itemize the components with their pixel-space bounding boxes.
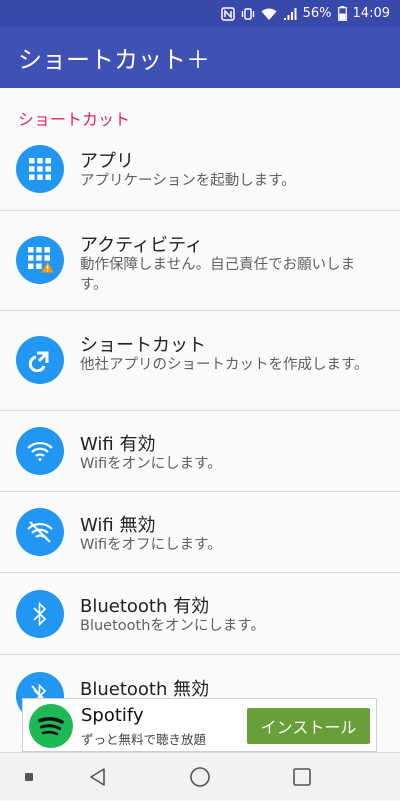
app-bar: ショートカット＋ xyxy=(0,27,400,88)
section-header: ショートカット xyxy=(18,110,131,129)
app-title: ショートカット＋ xyxy=(18,46,210,74)
navigation-bar xyxy=(0,752,400,800)
list-item-wifi-on[interactable]: Wifi 有効 Wifiをオンにします。 xyxy=(0,411,400,492)
vibrate-icon xyxy=(241,7,255,21)
item-title: Bluetooth 有効 xyxy=(80,596,210,617)
ad-app-name: Spotify xyxy=(81,705,144,726)
signal-icon xyxy=(283,7,297,21)
wifi-on-icon xyxy=(16,427,64,475)
home-button[interactable] xyxy=(178,753,222,801)
item-title: アプリ xyxy=(80,151,134,172)
list-item-wifi-off[interactable]: Wifi 無効 Wifiをオフにします。 xyxy=(0,492,400,573)
item-subtitle: Wifiをオンにします。 xyxy=(80,456,222,472)
list-item-app[interactable]: アプリ アプリケーションを起動します。 xyxy=(0,128,400,211)
item-subtitle: 他社アプリのショートカットを作成します。 xyxy=(80,357,369,373)
recents-button[interactable] xyxy=(280,753,324,801)
item-subtitle: アプリケーションを起動します。 xyxy=(80,173,296,189)
app-grid-icon xyxy=(16,145,64,193)
recents-square-icon xyxy=(293,768,311,786)
home-circle-icon xyxy=(190,767,210,787)
item-subtitle: 動作保障しません。自己責任でお願いします。 xyxy=(80,257,356,293)
shortcut-arrow-icon xyxy=(16,336,64,384)
activity-grid-warning-icon xyxy=(16,236,64,284)
bluetooth-on-icon xyxy=(16,590,64,638)
install-button[interactable]: インストール xyxy=(247,708,370,744)
battery-icon xyxy=(337,6,347,21)
clock: 14:09 xyxy=(352,6,390,21)
menu-dot-button[interactable] xyxy=(14,753,44,801)
item-subtitle: Wifiをオフにします。 xyxy=(80,537,222,553)
wifi-icon xyxy=(261,7,277,21)
item-title: アクティビティ xyxy=(80,235,203,256)
status-bar: 56% 14:09 xyxy=(0,0,400,27)
ad-tagline: ずっと無料で聴き放題 xyxy=(81,732,207,747)
nfc-icon xyxy=(220,6,235,21)
ad-banner[interactable]: Spotify ずっと無料で聴き放題 インストール xyxy=(22,698,377,752)
item-title: Wifi 無効 xyxy=(80,515,156,536)
list-item-bluetooth-on[interactable]: Bluetooth 有効 Bluetoothをオンにします。 xyxy=(0,573,400,655)
back-button[interactable] xyxy=(76,753,120,801)
battery-percent: 56% xyxy=(302,6,332,21)
item-title: Wifi 有効 xyxy=(80,434,156,455)
list-item-shortcut[interactable]: ショートカット 他社アプリのショートカットを作成します。 xyxy=(0,311,400,411)
spotify-logo-icon xyxy=(29,704,73,748)
menu-dot-icon xyxy=(25,773,33,781)
wifi-off-icon xyxy=(16,508,64,556)
back-triangle-icon xyxy=(90,768,105,786)
item-subtitle: Bluetoothをオンにします。 xyxy=(80,618,265,634)
list-item-activity[interactable]: アクティビティ 動作保障しません。自己責任でお願いします。 xyxy=(0,211,400,311)
item-title: ショートカット xyxy=(80,335,206,356)
